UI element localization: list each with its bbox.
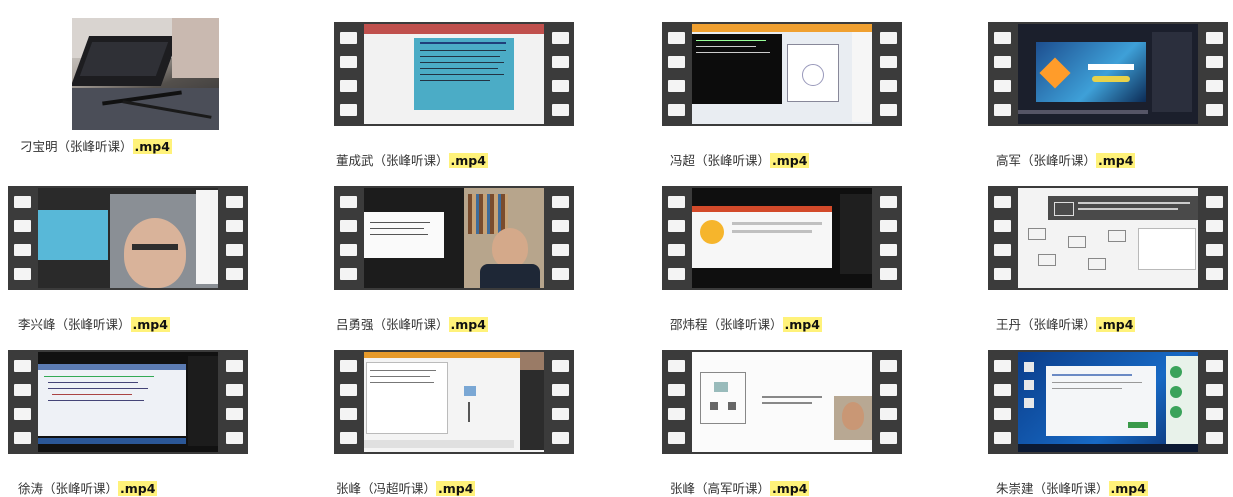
video-tile[interactable]: 吕勇强（张峰听课） .mp4: [334, 186, 574, 332]
video-tile[interactable]: 高军（张峰听课） .mp4: [988, 22, 1228, 168]
filmstrip-thumbnail: [988, 350, 1228, 454]
video-tile[interactable]: 徐涛（张峰听课） .mp4: [8, 350, 248, 496]
video-tile[interactable]: 张峰（冯超听课） .mp4: [334, 350, 574, 496]
video-filename[interactable]: 王丹（张峰听课） .mp4: [996, 314, 1136, 333]
video-filename[interactable]: 张峰（高军听课） .mp4: [670, 478, 810, 497]
filmstrip-thumbnail: [334, 350, 574, 454]
video-tile[interactable]: 张峰（高军听课） .mp4: [662, 350, 902, 496]
video-filename[interactable]: 朱崇建（张峰听课） .mp4: [996, 478, 1148, 497]
video-filename[interactable]: 刁宝明（张峰听课） .mp4: [20, 136, 172, 155]
video-filename[interactable]: 冯超（张峰听课） .mp4: [670, 150, 810, 169]
video-filename[interactable]: 吕勇强（张峰听课） .mp4: [336, 314, 488, 333]
filmstrip-thumbnail: [8, 186, 248, 290]
video-filename[interactable]: 张峰（冯超听课） .mp4: [336, 478, 476, 497]
video-filename[interactable]: 董成武（张峰听课） .mp4: [336, 150, 488, 169]
video-tile[interactable]: 王丹（张峰听课） .mp4: [988, 186, 1228, 332]
filmstrip-thumbnail: [662, 22, 902, 126]
video-tile[interactable]: 刁宝明（张峰听课） .mp4: [8, 8, 248, 154]
video-tile[interactable]: 董成武（张峰听课） .mp4: [334, 22, 574, 168]
video-filename[interactable]: 邵炜程（张峰听课） .mp4: [670, 314, 822, 333]
filmstrip-thumbnail: [988, 186, 1228, 290]
video-filename[interactable]: 徐涛（张峰听课） .mp4: [18, 478, 158, 497]
video-thumbnail-photo: [72, 18, 219, 130]
filmstrip-thumbnail: [8, 350, 248, 454]
video-tile[interactable]: 朱崇建（张峰听课） .mp4: [988, 350, 1228, 496]
video-filename[interactable]: 李兴峰（张峰听课） .mp4: [18, 314, 170, 333]
video-tile[interactable]: 冯超（张峰听课） .mp4: [662, 22, 902, 168]
filmstrip-thumbnail: [334, 22, 574, 126]
video-tile[interactable]: 李兴峰（张峰听课） .mp4: [8, 186, 248, 332]
filmstrip-thumbnail: [662, 350, 902, 454]
filmstrip-thumbnail: [334, 186, 574, 290]
video-filename[interactable]: 高军（张峰听课） .mp4: [996, 150, 1136, 169]
filmstrip-thumbnail: [988, 22, 1228, 126]
video-tile[interactable]: 邵炜程（张峰听课） .mp4: [662, 186, 902, 332]
filmstrip-thumbnail: [662, 186, 902, 290]
